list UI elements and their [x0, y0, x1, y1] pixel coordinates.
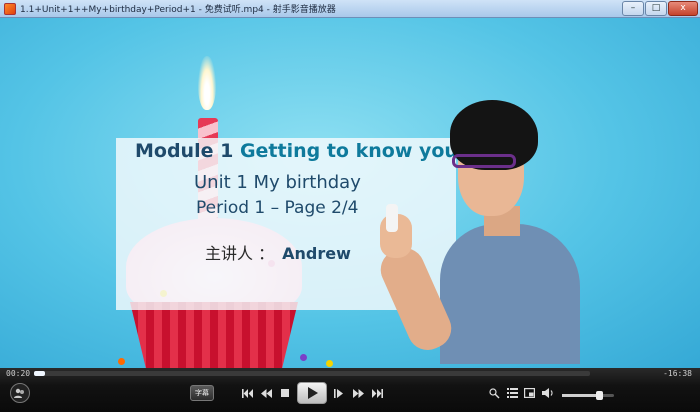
- play-button[interactable]: [297, 382, 327, 404]
- screenshot-button[interactable]: [487, 385, 501, 401]
- stop-button[interactable]: [279, 385, 291, 401]
- minimize-button[interactable]: –: [622, 1, 644, 16]
- close-button[interactable]: x: [668, 1, 698, 16]
- play-icon: [308, 387, 318, 399]
- skip-previous-button[interactable]: [240, 385, 254, 401]
- window-title: 1.1+Unit+1++My+birthday+Period+1 - 免费试听.…: [20, 5, 336, 15]
- rewind-button[interactable]: [259, 385, 273, 401]
- mini-mode-icon: [523, 388, 535, 398]
- screenshot-icon: [488, 387, 499, 398]
- slide-presenter: 主讲人 ： Andrew: [205, 240, 351, 264]
- window-title-bar: 1.1+Unit+1++My+birthday+Period+1 - 免费试听.…: [0, 0, 700, 18]
- seek-bar[interactable]: [34, 371, 590, 376]
- slide-period: Period 1 – Page 2/4: [196, 198, 359, 218]
- sprinkle: [118, 358, 125, 365]
- maximize-button[interactable]: □: [645, 1, 667, 16]
- player-control-bar: 00:20 -16:38 字幕: [0, 368, 700, 412]
- sprinkle: [326, 360, 333, 367]
- playlist-icon: [506, 388, 518, 398]
- volume-icon: [542, 388, 553, 398]
- presenter-figure: [374, 96, 590, 364]
- slide-unit-title: Unit 1 My birthday: [194, 172, 361, 193]
- window-controls: – □ x: [622, 1, 698, 16]
- cupcake-wrapper: [130, 302, 298, 368]
- stop-icon: [281, 389, 289, 397]
- skip-next-button[interactable]: [370, 385, 384, 401]
- volume-slider[interactable]: [562, 391, 614, 400]
- skip-next-icon: [371, 388, 383, 398]
- step-forward-button[interactable]: [333, 385, 345, 401]
- playlist-button[interactable]: [505, 385, 519, 401]
- rewind-icon: [260, 388, 272, 398]
- skip-previous-icon: [241, 388, 253, 398]
- app-logo-icon: [4, 2, 16, 15]
- fast-forward-button[interactable]: [351, 385, 365, 401]
- step-forward-icon: [334, 388, 343, 398]
- mini-mode-button[interactable]: [522, 385, 536, 401]
- elapsed-time: 00:20: [6, 369, 31, 378]
- volume-level: [562, 394, 600, 397]
- candle-flame: [198, 56, 216, 110]
- volume-button[interactable]: [541, 385, 555, 401]
- control-buttons: 字幕: [0, 378, 700, 412]
- video-frame[interactable]: [0, 18, 700, 368]
- user-icon: [14, 388, 24, 398]
- presenter-label: 主讲人 ：: [205, 244, 275, 263]
- subtitle-button[interactable]: 字幕: [190, 385, 214, 401]
- seek-progress: [34, 371, 46, 376]
- sprinkle: [300, 354, 307, 361]
- user-button[interactable]: [10, 383, 30, 403]
- fast-forward-icon: [352, 388, 364, 398]
- presenter-name: Andrew: [282, 244, 351, 263]
- remaining-time: -16:38: [663, 369, 692, 378]
- volume-handle[interactable]: [596, 391, 604, 400]
